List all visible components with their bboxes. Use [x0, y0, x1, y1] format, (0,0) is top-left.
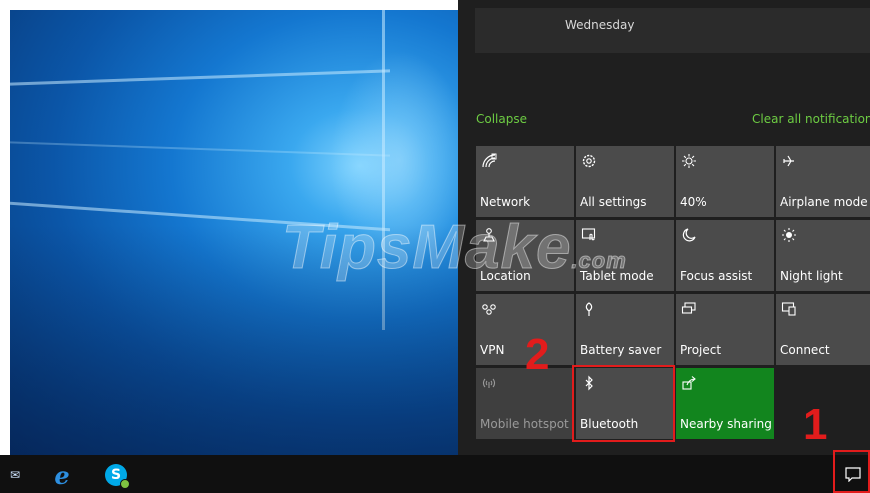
tile-battery-saver[interactable]: Battery saver: [576, 294, 674, 365]
nearby-sharing-icon: [682, 376, 696, 390]
tile-label: Focus assist: [680, 269, 753, 283]
brightness-icon: [682, 154, 696, 168]
tile-label: Night light: [780, 269, 843, 283]
tile-label: VPN: [480, 343, 505, 357]
tile-focus-assist[interactable]: Focus assist: [676, 220, 774, 291]
gear-icon: [582, 154, 596, 168]
watermark-text: TipsMake: [281, 213, 572, 283]
tile-label: Project: [680, 343, 722, 357]
tile-label: Airplane mode: [780, 195, 868, 209]
tile-project[interactable]: Project: [676, 294, 774, 365]
tile-connect[interactable]: Connect: [776, 294, 870, 365]
airplane-icon: [783, 155, 794, 167]
tile-network[interactable]: Network: [476, 146, 574, 217]
step-2-label: 2: [525, 330, 550, 379]
mail-icon[interactable]: ✉: [8, 463, 22, 487]
vpn-icon: [482, 304, 496, 315]
hotspot-icon: [482, 378, 496, 388]
tile-label: Mobile hotspot: [480, 417, 569, 431]
watermark-suffix: .com: [571, 248, 627, 274]
tile-label: Battery saver: [580, 343, 662, 357]
step-1-label: 1: [803, 400, 828, 449]
bluetooth-highlight-box: [572, 365, 675, 442]
action-center-highlight-box: [833, 450, 870, 493]
project-icon: [681, 302, 696, 314]
watermark: TipsMake.com: [281, 212, 627, 283]
tile-label: Network: [480, 195, 531, 209]
tile-nearby-sharing[interactable]: Nearby sharing: [676, 368, 774, 439]
screen: Wednesday Collapse Clear all notificatio…: [0, 0, 870, 493]
presence-dot: [120, 479, 130, 489]
connect-icon: [781, 302, 796, 316]
tile-label: All settings: [580, 195, 647, 209]
tile-all-settings[interactable]: All settings: [576, 146, 674, 217]
taskbar: [0, 455, 870, 493]
skype-icon[interactable]: S: [104, 463, 130, 489]
network-icon: [482, 153, 497, 168]
tile-night-light[interactable]: Night light: [776, 220, 870, 291]
moon-icon: [682, 228, 696, 242]
skype-logo: S: [105, 464, 130, 489]
battery-saver-icon: [585, 302, 593, 316]
tile-airplane-mode[interactable]: Airplane mode: [776, 146, 870, 217]
tile-brightness[interactable]: 40%: [676, 146, 774, 217]
tile-label: Connect: [780, 343, 830, 357]
internet-explorer-icon[interactable]: e: [50, 461, 74, 490]
night-light-icon: [782, 228, 796, 242]
tile-label: 40%: [680, 195, 707, 209]
tile-label: Nearby sharing: [680, 417, 772, 431]
